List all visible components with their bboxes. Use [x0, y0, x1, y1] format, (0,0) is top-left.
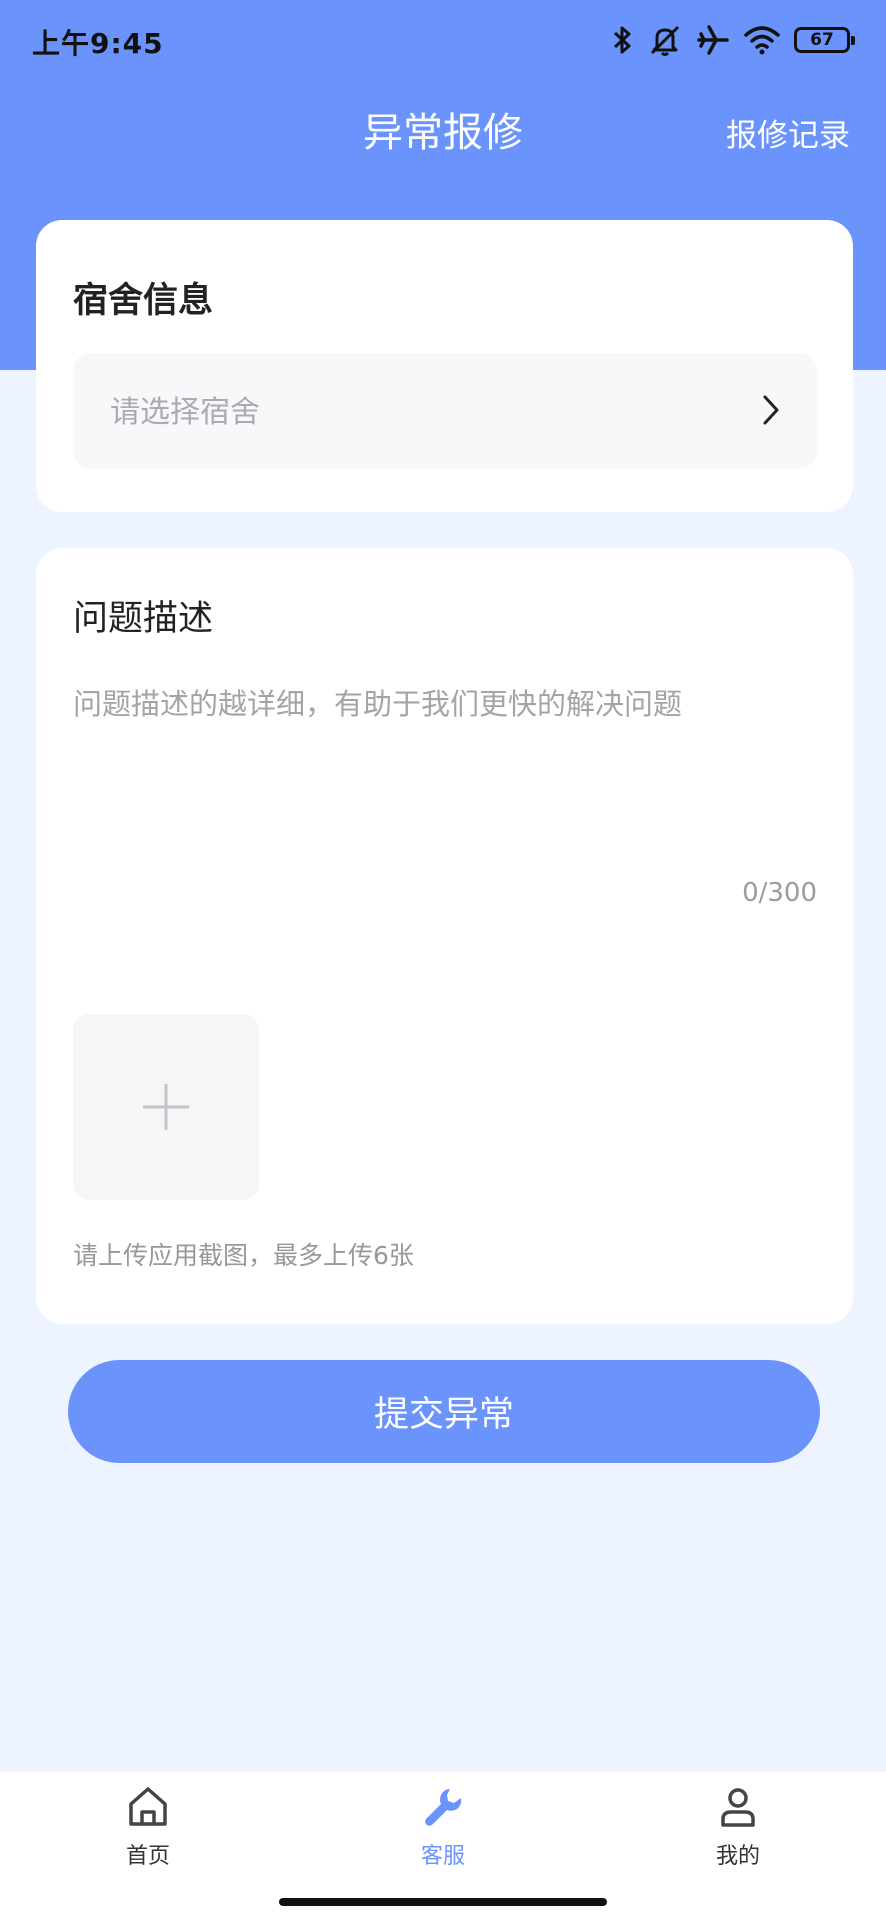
home-indicator: [279, 1898, 607, 1906]
status-bar: 上午9:45 67: [0, 0, 886, 80]
chevron-right-icon: [763, 395, 779, 425]
problem-description-input[interactable]: 问题描述的越详细，有助于我们更快的解决问题: [73, 681, 682, 723]
tab-mine-label: 我的: [715, 1844, 760, 1869]
dorm-info-title: 宿舍信息: [73, 281, 214, 321]
user-icon: [721, 1788, 755, 1827]
submit-button[interactable]: 提交异常: [68, 1360, 820, 1463]
home-icon: [129, 1787, 167, 1826]
battery-icon: 67: [794, 27, 855, 53]
airplane-icon: [697, 25, 729, 55]
tab-service-label: 客服: [420, 1844, 465, 1869]
problem-description-card: 问题描述 问题描述的越详细，有助于我们更快的解决问题 0/300 请上传应用截图…: [36, 548, 853, 1324]
tab-mine[interactable]: 我的: [658, 1784, 818, 1870]
tab-home-label: 首页: [125, 1844, 170, 1869]
repair-records-link[interactable]: 报修记录: [726, 110, 850, 155]
problem-description-title: 问题描述: [73, 599, 214, 639]
upload-image-button[interactable]: [73, 1014, 259, 1200]
dorm-select-placeholder: 请选择宿舍: [110, 395, 260, 430]
tab-home[interactable]: 首页: [68, 1784, 228, 1870]
status-icons: 67: [612, 20, 855, 60]
tab-service[interactable]: 客服: [363, 1784, 523, 1870]
bluetooth-icon: [613, 26, 631, 54]
char-counter: 0/300: [742, 878, 817, 908]
plus-icon: [143, 1084, 189, 1130]
dorm-info-card: 宿舍信息 请选择宿舍: [36, 220, 853, 512]
bell-muted-icon: [650, 25, 680, 56]
upload-hint: 请上传应用截图，最多上传6张: [73, 1241, 414, 1270]
status-time: 上午9:45: [32, 27, 164, 60]
wifi-icon: [744, 26, 780, 55]
wrench-icon: [425, 1789, 462, 1826]
dorm-select[interactable]: 请选择宿舍: [73, 353, 817, 469]
